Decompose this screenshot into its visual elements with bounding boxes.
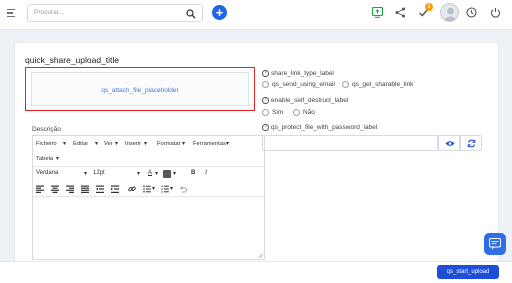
- menu-format[interactable]: Formatar: [157, 141, 181, 147]
- description-editor[interactable]: Ficheiro ▾ Editar ▾ Ver ▾ Inserir ▾ Form…: [32, 135, 265, 260]
- share-icon[interactable]: [395, 7, 406, 18]
- font-size-caret[interactable]: ▾: [137, 170, 140, 177]
- radio-sharable-link[interactable]: [342, 81, 349, 88]
- page-title: quick_share_upload_title: [25, 55, 120, 65]
- description-label: Descrição: [32, 126, 61, 133]
- menu-tools[interactable]: Ferramentas: [193, 141, 226, 147]
- menu-table-caret[interactable]: ▾: [56, 156, 59, 162]
- numbered-list-icon[interactable]: [161, 185, 169, 193]
- help-icon: ?: [262, 124, 269, 131]
- editor-toolbar: Verdana ▾ 12pt ▾ A ▾ ▾ B I ▾ ▾: [33, 167, 264, 197]
- share-link-type-label: share_link_type_label: [271, 70, 334, 77]
- password-label: qs_protect_file_with_password_label: [271, 124, 378, 131]
- refresh-icon: [467, 139, 476, 148]
- radio-self-destruct-no-label: Não: [303, 109, 315, 116]
- link-icon[interactable]: [128, 185, 136, 193]
- resize-handle-icon[interactable]: [258, 253, 263, 258]
- menu-edit[interactable]: Editar: [73, 141, 88, 147]
- add-button[interactable]: +: [212, 5, 227, 20]
- bold-icon[interactable]: B: [191, 170, 195, 176]
- clock-icon[interactable]: [466, 7, 477, 18]
- align-justify-icon[interactable]: [81, 185, 89, 193]
- footer-bar: [0, 261, 512, 283]
- background-color-icon[interactable]: [163, 170, 171, 178]
- help-icon: ?: [262, 70, 269, 77]
- radio-send-email[interactable]: [262, 81, 269, 88]
- menu-file[interactable]: Ficheiro: [36, 141, 57, 147]
- menu-tools-caret[interactable]: ▾: [226, 141, 229, 147]
- quick-share-card: quick_share_upload_title qs_attach_file_…: [15, 43, 498, 261]
- font-size-select[interactable]: 12pt: [93, 170, 105, 176]
- avatar[interactable]: [440, 3, 459, 22]
- editor-menubar: Ficheiro ▾ Editar ▾ Ver ▾ Inserir ▾ Form…: [33, 136, 264, 167]
- menu-view[interactable]: Ver: [104, 141, 113, 147]
- show-password-button[interactable]: [438, 135, 460, 151]
- font-family-caret[interactable]: ▾: [84, 170, 87, 177]
- attach-file-placeholder: qs_attach_file_placeholder: [101, 87, 179, 94]
- help-icon: ?: [262, 97, 269, 104]
- undo-icon[interactable]: [179, 185, 187, 193]
- radio-sharable-link-label: qs_get_sharable_link: [352, 81, 414, 88]
- align-left-icon[interactable]: [36, 185, 44, 193]
- notification-badge: 1: [425, 3, 433, 11]
- menu-file-caret[interactable]: ▾: [63, 141, 66, 147]
- text-color-caret[interactable]: ▾: [155, 170, 158, 177]
- radio-self-destruct-no[interactable]: [293, 109, 300, 116]
- self-destruct-label: enable_self_destruct_label: [271, 97, 349, 104]
- indent-icon[interactable]: [111, 185, 119, 193]
- top-bar: Procurar... + 1: [0, 0, 512, 30]
- menu-insert-caret[interactable]: ▾: [144, 141, 147, 147]
- search-bar[interactable]: Procurar...: [27, 4, 203, 22]
- background-color-caret[interactable]: ▾: [173, 170, 176, 177]
- align-right-icon[interactable]: [66, 185, 74, 193]
- eye-icon: [445, 141, 455, 146]
- radio-self-destruct-yes[interactable]: [262, 109, 269, 116]
- menu-insert[interactable]: Inserir: [125, 141, 141, 147]
- font-family-select[interactable]: Verdana: [36, 170, 58, 176]
- attach-file-highlight: qs_attach_file_placeholder: [25, 67, 255, 111]
- search-icon[interactable]: [186, 9, 196, 19]
- attach-file-dropzone[interactable]: qs_attach_file_placeholder: [31, 72, 249, 106]
- menu-format-caret[interactable]: ▾: [182, 141, 185, 147]
- menu-view-caret[interactable]: ▾: [115, 141, 118, 147]
- password-field[interactable]: [262, 135, 438, 151]
- chat-button[interactable]: [484, 233, 506, 255]
- bullet-list-icon[interactable]: [143, 185, 151, 193]
- outdent-icon[interactable]: [96, 185, 104, 193]
- numbered-list-caret[interactable]: ▾: [170, 185, 173, 192]
- menu-edit-caret[interactable]: ▾: [95, 141, 98, 147]
- generate-password-button[interactable]: [460, 135, 482, 151]
- align-center-icon[interactable]: [51, 185, 59, 193]
- start-upload-button[interactable]: qs_start_upload: [437, 265, 499, 279]
- chat-icon: [489, 238, 501, 250]
- menu-table[interactable]: Tabela: [36, 156, 53, 162]
- bullet-list-caret[interactable]: ▾: [152, 185, 155, 192]
- text-color-icon[interactable]: A: [148, 170, 152, 176]
- radio-send-email-label: qs_send_using_email: [272, 81, 335, 88]
- italic-icon[interactable]: I: [205, 170, 207, 176]
- menu-toggle-icon[interactable]: [7, 9, 15, 17]
- power-icon[interactable]: [490, 7, 501, 18]
- search-input[interactable]: Procurar...: [34, 9, 64, 16]
- share-screen-icon[interactable]: [372, 7, 383, 18]
- radio-self-destruct-yes-label: Sim: [272, 109, 284, 116]
